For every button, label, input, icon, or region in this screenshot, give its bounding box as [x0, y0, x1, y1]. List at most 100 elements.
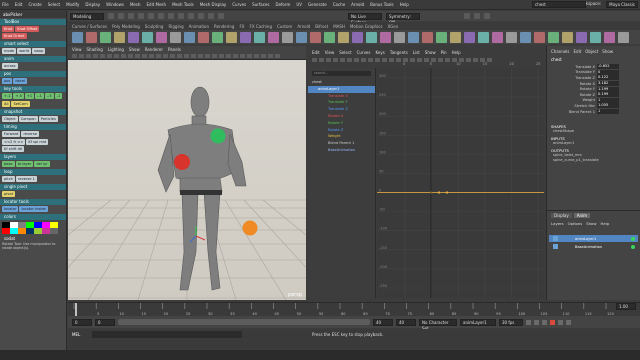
channel-value-field[interactable]: -0.652	[597, 64, 619, 70]
menu-mesh[interactable]: Mesh	[130, 2, 141, 7]
menu-bonus-tools[interactable]: Bonus Tools	[370, 2, 393, 7]
shelf-tool-icon[interactable]	[226, 31, 237, 43]
picker-button[interactable]: del lyr	[34, 161, 50, 167]
step-back-icon[interactable]	[534, 319, 539, 325]
shelf-tab[interactable]: Motion Graphics	[350, 24, 383, 29]
layer-menu[interactable]: Options	[568, 221, 583, 226]
fps-select[interactable]: 30 fps	[499, 318, 523, 326]
picker-button[interactable]: decel	[13, 78, 28, 84]
symmetry-field[interactable]: Symmetry: Off	[386, 12, 420, 25]
picker-button[interactable]: <<2 fr >>	[2, 139, 26, 145]
color-swatch[interactable]	[18, 228, 26, 234]
viewport-tool-icon[interactable]	[268, 54, 273, 58]
viewport-menu[interactable]: Renderer	[145, 47, 163, 52]
viewport-tool-icon[interactable]	[121, 54, 126, 58]
select-hierarchy-icon[interactable]	[158, 13, 164, 19]
menu-file[interactable]: File	[2, 2, 9, 7]
snap-curve-icon[interactable]	[198, 13, 204, 19]
shelf-tool-icon[interactable]	[282, 31, 293, 43]
menu-windows[interactable]: Windows	[106, 2, 124, 7]
menu-surfaces[interactable]: Surfaces	[252, 2, 269, 7]
channel-value-field[interactable]: 3.182	[597, 81, 619, 87]
viewport-tool-icon[interactable]	[93, 54, 98, 58]
shelf-tool-icon[interactable]	[478, 31, 489, 43]
command-language-label[interactable]: MEL	[68, 332, 92, 337]
shelf-tool-icon[interactable]	[464, 31, 475, 43]
graph-tool-icon[interactable]	[347, 58, 352, 62]
viewport-tool-icon[interactable]	[170, 54, 175, 58]
channel-name[interactable]: Weight	[567, 98, 597, 102]
viewport-tool-icon[interactable]	[79, 54, 84, 58]
character-set-select[interactable]: No Character Set	[419, 318, 457, 331]
channel-name[interactable]: Rotate X	[567, 82, 597, 86]
shelf-tab[interactable]: Arnold	[297, 24, 310, 29]
shelf-tool-icon[interactable]	[576, 31, 587, 43]
outliner-item[interactable]: Translate Z	[308, 106, 375, 113]
inputs-item[interactable]: animLayer1	[547, 141, 640, 146]
graph-tool-icon[interactable]	[312, 58, 317, 62]
viewport-tool-icon[interactable]	[254, 54, 259, 58]
shelf-tool-icon[interactable]	[198, 31, 209, 43]
range-slider-bar[interactable]	[118, 319, 370, 325]
channel-value-field[interactable]: 1	[597, 109, 619, 115]
shelf-tool-icon[interactable]	[506, 31, 517, 43]
green-ball[interactable]	[210, 128, 226, 144]
shapes-item[interactable]: chestShape	[547, 129, 640, 134]
picker-button[interactable]: -1	[54, 93, 63, 99]
color-swatch[interactable]	[34, 228, 42, 234]
shelf-tool-icon[interactable]	[100, 31, 111, 43]
picker-button[interactable]: reverse 1	[15, 176, 37, 182]
graph-tool-icon[interactable]	[319, 58, 324, 62]
menu-help[interactable]: Help	[400, 2, 409, 7]
shelf-tab[interactable]: Curves / Surfaces	[72, 24, 107, 29]
menu-create[interactable]: Create	[28, 2, 41, 7]
shelf-tab[interactable]: Rigging	[168, 24, 183, 29]
shelf-tool-icon[interactable]	[408, 31, 419, 43]
shelf-tool-icon[interactable]	[142, 31, 153, 43]
shelf-tab[interactable]: FX	[239, 24, 244, 29]
picker-button[interactable]: -.5	[44, 93, 54, 99]
outliner-item[interactable]: Translate X	[308, 93, 375, 100]
layer-menu[interactable]: Show	[586, 221, 596, 226]
shelf-tool-icon[interactable]	[380, 31, 391, 43]
outliner-item[interactable]: animLayer1	[308, 85, 375, 93]
layer-tab[interactable]: Anim	[573, 213, 591, 218]
layer-active-icon[interactable]	[631, 244, 635, 249]
viewport-3d[interactable]: persp	[68, 60, 306, 300]
viewport-tool-icon[interactable]	[233, 54, 238, 58]
graph-tool-icon[interactable]	[326, 58, 331, 62]
command-input[interactable]	[92, 330, 242, 338]
graph-tool-icon[interactable]	[333, 58, 338, 62]
select-component-icon[interactable]	[178, 13, 184, 19]
shelf-tool-icon[interactable]	[128, 31, 139, 43]
shelf-tool-icon[interactable]	[324, 31, 335, 43]
channel-box-menu[interactable]: Show	[602, 49, 613, 54]
picker-button[interactable]: world	[17, 48, 32, 54]
picker-button[interactable]: Knot Orient	[2, 33, 27, 39]
menu-mesh-display[interactable]: Mesh Display	[200, 2, 227, 7]
channel-name[interactable]: Blend Parent 1	[567, 110, 597, 114]
graph-menu[interactable]: Show	[425, 50, 436, 58]
play-back-icon[interactable]	[542, 319, 547, 325]
picker-button[interactable]: reverse	[21, 131, 39, 137]
viewport-tool-icon[interactable]	[135, 54, 140, 58]
viewport-tool-icon[interactable]	[219, 54, 224, 58]
shelf-tool-icon[interactable]	[86, 31, 97, 43]
select-object-icon[interactable]	[168, 13, 174, 19]
outliner-item[interactable]: Blend Parent 1	[308, 140, 375, 147]
viewport-tool-icon[interactable]	[128, 54, 133, 58]
menuset-select[interactable]: Modeling	[70, 12, 104, 20]
picker-button[interactable]: SetCam	[11, 101, 30, 107]
outliner-item[interactable]: Rotate X	[308, 113, 375, 120]
go-start-icon[interactable]	[526, 319, 531, 325]
picker-button[interactable]: Compon	[18, 116, 38, 122]
outliner-item[interactable]: Rotate Z	[308, 127, 375, 134]
picker-button[interactable]: swap	[32, 48, 46, 54]
shelf-tab[interactable]: Rendering	[214, 24, 234, 29]
anim-layer-row[interactable]: animLayer1	[549, 235, 638, 242]
shelf-tab[interactable]: Custom	[277, 24, 292, 29]
workspace-select[interactable]: Maya Classic	[606, 1, 638, 8]
layer-visibility-icon[interactable]	[553, 244, 558, 249]
outliner-item[interactable]: Translate Y	[308, 99, 375, 106]
menu-curves[interactable]: Curves	[232, 2, 246, 7]
